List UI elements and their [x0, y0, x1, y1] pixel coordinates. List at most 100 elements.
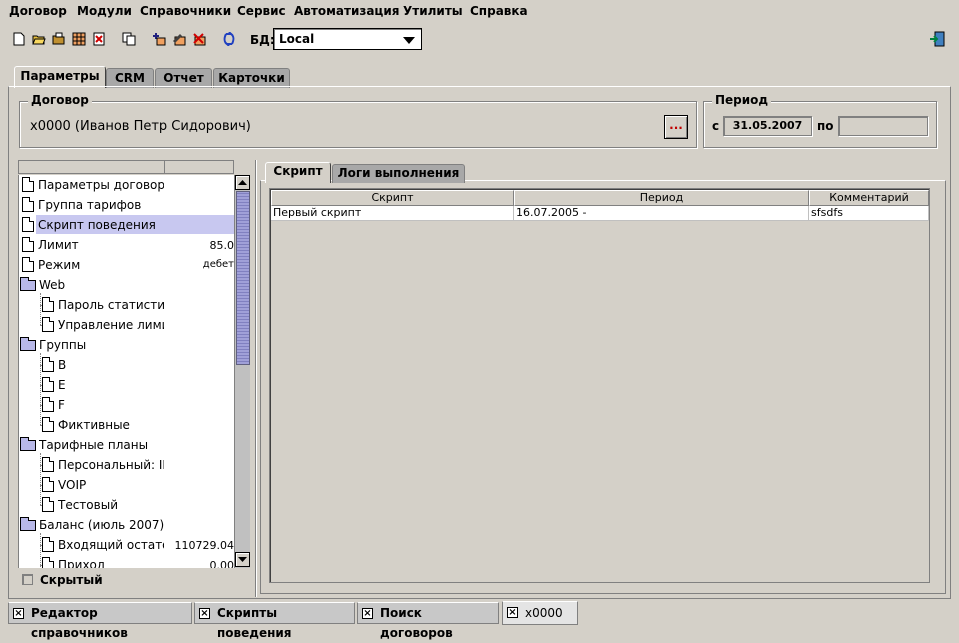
open-folder-icon[interactable]	[52, 32, 66, 46]
tree-item[interactable]: Тестовый	[19, 495, 234, 515]
menu-modules[interactable]: Модули	[77, 4, 132, 18]
close-icon[interactable]: ×	[507, 607, 518, 618]
period-to-field[interactable]	[838, 116, 928, 136]
period-group-title: Период	[712, 93, 772, 107]
add-icon[interactable]	[152, 32, 166, 46]
tree-item[interactable]: Лимит 85.0	[19, 235, 234, 255]
column-header-period[interactable]: Период	[514, 190, 809, 206]
column-header-comment[interactable]: Комментарий	[809, 190, 929, 206]
tree-folder[interactable]: Группы	[19, 335, 234, 355]
tab-script[interactable]: Скрипт	[265, 162, 331, 183]
delete-icon[interactable]	[92, 32, 106, 46]
tree-folder[interactable]: Тарифные планы	[19, 435, 234, 455]
edit-icon[interactable]	[172, 32, 186, 46]
tree-item-value: 0.00	[209, 559, 235, 568]
remove-icon[interactable]	[192, 32, 206, 46]
task-label: Поиск договоров	[380, 606, 453, 640]
document-icon	[42, 377, 54, 392]
folder-icon	[20, 337, 36, 351]
splitter[interactable]	[255, 160, 257, 597]
menu-utilities[interactable]: Утилиты	[403, 4, 463, 18]
menu-service[interactable]: Сервис	[237, 4, 286, 18]
tree-item[interactable]: Приход 0.00	[19, 555, 234, 568]
period-to-label: по	[817, 119, 834, 133]
document-icon	[42, 297, 54, 312]
exit-icon[interactable]	[929, 31, 945, 47]
tree-item-label: Лимит	[38, 238, 79, 252]
tree-item-label: Управление лимитом	[58, 318, 164, 332]
hidden-checkbox[interactable]	[22, 574, 33, 585]
close-icon[interactable]: ×	[199, 608, 210, 619]
tree-item[interactable]: Персональный: IP	[19, 455, 234, 475]
refresh-icon[interactable]	[222, 32, 236, 46]
menu-automation[interactable]: Автоматизация	[294, 4, 399, 18]
task-behavior-scripts[interactable]: × Скрипты поведения	[194, 602, 355, 640]
tree-item-label: Приход	[58, 558, 106, 568]
tree-scrollbar[interactable]	[234, 175, 250, 568]
menu-contract[interactable]: Договор	[9, 4, 67, 18]
contract-group: Договор x0000 (Иванов Петр Сидорович) ..…	[19, 93, 697, 148]
tab-parameters[interactable]: Параметры	[14, 66, 106, 88]
task-contract-x0000[interactable]: × x0000	[502, 601, 578, 625]
tree-item[interactable]: VOIP	[19, 475, 234, 495]
close-icon[interactable]: ×	[13, 608, 24, 619]
task-label: Редактор справочников	[31, 606, 128, 640]
table-cell[interactable]: 16.07.2005 -	[514, 206, 809, 221]
menu-references[interactable]: Справочники	[140, 4, 231, 18]
tree-item[interactable]: Фиктивные	[19, 415, 234, 435]
contract-value: x0000 (Иванов Петр Сидорович)	[30, 119, 251, 134]
tree-item-label: B	[58, 358, 67, 372]
tab-report[interactable]: Отчет	[155, 68, 212, 88]
tree-item-label: Группа тарифов	[38, 198, 142, 212]
tree-item-label: E	[58, 378, 66, 392]
task-reference-editor[interactable]: × Редактор справочников	[8, 602, 192, 640]
toolbar: БД: Local	[0, 24, 959, 56]
db-select-value: Local	[279, 32, 315, 46]
copy-icon[interactable]	[122, 32, 136, 46]
tab-crm[interactable]: CRM	[106, 68, 154, 88]
task-contract-search[interactable]: × Поиск договоров	[357, 602, 499, 640]
table-cell[interactable]: Первый скрипт	[271, 206, 514, 221]
tree-item-label: Параметры договора	[38, 178, 164, 192]
tab-cards[interactable]: Карточки	[213, 68, 290, 88]
menu-bar: Договор Модули Справочники Сервис Автома…	[0, 0, 959, 24]
column-header-script[interactable]: Скрипт	[271, 190, 514, 206]
arrow-down-icon	[238, 557, 247, 562]
tree-item[interactable]: Группа тарифов	[19, 195, 234, 215]
browse-button[interactable]: ...	[664, 115, 688, 139]
tree-item-selected[interactable]: Скрипт поведения	[19, 215, 234, 235]
document-icon	[22, 177, 34, 192]
tree-item[interactable]: F	[19, 395, 234, 415]
close-icon[interactable]: ×	[362, 608, 373, 619]
period-group: Период с 31.05.2007 по	[703, 93, 937, 148]
contract-tree[interactable]: Параметры договора Группа тарифов Скрипт…	[18, 175, 234, 568]
tree-item-label: Фиктивные	[58, 418, 130, 432]
tree-item[interactable]: Режим дебет	[19, 255, 234, 275]
contract-group-title: Договор	[28, 93, 92, 107]
table-cell[interactable]: sfsdfs	[809, 206, 929, 221]
db-label: БД:	[250, 33, 275, 47]
tree-item[interactable]: Входящий остаток 110729.04	[19, 535, 234, 555]
chevron-down-icon[interactable]	[403, 37, 415, 44]
scroll-up-button[interactable]	[235, 175, 250, 190]
tree-folder[interactable]: Web	[19, 275, 234, 295]
tree-item[interactable]: E	[19, 375, 234, 395]
tree-item-label: Входящий остаток	[58, 538, 164, 552]
tree-item[interactable]: Управление лимитом	[19, 315, 234, 335]
arrow-up-icon	[238, 180, 247, 185]
scroll-thumb[interactable]	[236, 191, 250, 365]
tree-header-divider	[164, 161, 165, 174]
tree-item[interactable]: Пароль статистики	[19, 295, 234, 315]
tree-item[interactable]: Параметры договора	[19, 175, 234, 195]
menu-help[interactable]: Справка	[470, 4, 528, 18]
scroll-down-button[interactable]	[235, 552, 250, 567]
tab-execution-logs[interactable]: Логи выполнения	[332, 164, 465, 183]
period-from-field[interactable]: 31.05.2007	[723, 116, 812, 136]
new-icon[interactable]	[12, 32, 26, 46]
tree-folder[interactable]: Баланс (июль 2007)	[19, 515, 234, 535]
tree-item[interactable]: B	[19, 355, 234, 375]
table-icon[interactable]	[72, 32, 86, 46]
document-icon	[22, 217, 34, 232]
open-icon[interactable]	[32, 32, 46, 46]
db-select[interactable]: Local	[273, 28, 422, 50]
